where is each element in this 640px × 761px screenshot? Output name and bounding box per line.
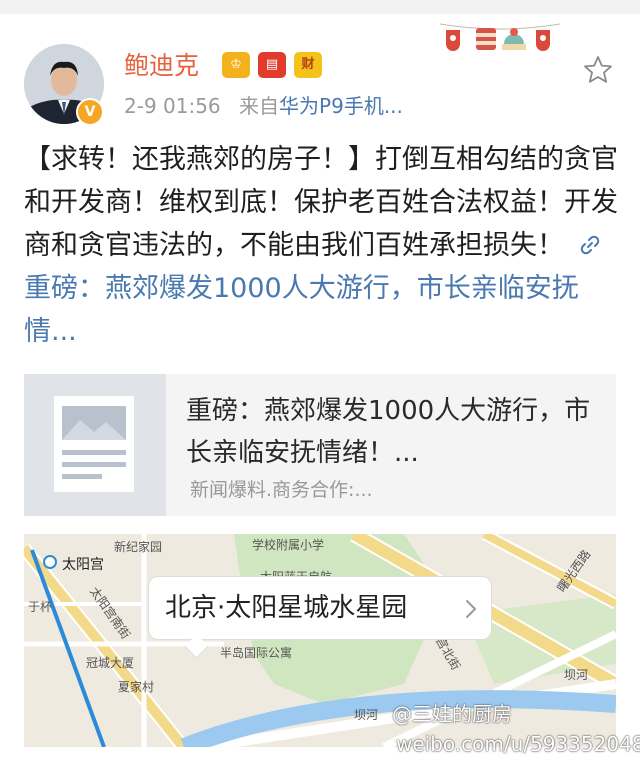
map-label: 坝河	[354, 708, 379, 722]
watermark-handle: @三娃的厨房	[392, 702, 512, 726]
map-label: 半岛国际公寓	[220, 646, 293, 660]
chevron-right-icon	[466, 600, 476, 618]
map-label: 坝河	[564, 668, 589, 682]
post-link[interactable]: 重磅：燕郊爆发1000人大游行，市长亲临安抚情...	[24, 273, 579, 347]
vip-crown-badge[interactable]: ♔	[222, 52, 250, 78]
article-thumbnail-icon	[24, 374, 166, 516]
map-label: 夏家村	[118, 680, 155, 694]
watermark-url: weibo.com/u/5933520487	[396, 732, 640, 756]
link-card-title: 重磅：燕郊爆发1000人大游行，市长亲临安抚情绪！...	[186, 396, 591, 468]
link-icon	[580, 235, 599, 255]
location-bubble[interactable]: 北京·太阳星城水星园	[148, 576, 492, 640]
link-card-subtitle: 新闻爆料.商务合作:...	[190, 479, 373, 501]
user-badges: ♔ ▤ 财	[222, 52, 322, 78]
post-text: 【求转！还我燕郊的房子！】打倒互相勾结的贪官和开发商！维权到底！保护老百姓合法权…	[24, 144, 618, 261]
cai-badge[interactable]: 财	[294, 52, 322, 78]
username[interactable]: 鲍迪克	[124, 50, 199, 82]
map-label: 太阳宫	[62, 557, 104, 573]
map-label: 于杯	[28, 600, 53, 614]
post-time: 2-9 01:56	[124, 94, 221, 118]
map-background	[24, 534, 616, 747]
post-meta: 2-9 01:56 来自华为P9手机...	[124, 92, 403, 120]
map-label: 冠城大厦	[86, 656, 135, 670]
post-source[interactable]: 华为P9手机...	[279, 94, 403, 118]
post-body: 【求转！还我燕郊的房子！】打倒互相勾结的贪官和开发商！维权到底！保护老百姓合法权…	[24, 138, 624, 353]
map-label: 新纪家园	[114, 540, 163, 554]
festive-decoration-icon	[440, 23, 560, 51]
map-label: 学校附属小学	[252, 538, 325, 552]
verified-badge: V	[76, 98, 104, 126]
location-map[interactable]: 新纪家园 学校附属小学 太阳宫 太阳蓝天启航 曙光西路 太阳宫南街 于杯 半岛国…	[24, 534, 616, 747]
location-name: 北京·太阳星城水星园	[165, 593, 408, 623]
source-prefix: 来自	[239, 94, 280, 118]
star-icon[interactable]	[582, 54, 614, 86]
red-envelope-badge[interactable]: ▤	[258, 52, 286, 78]
link-preview-card[interactable]: 重磅：燕郊爆发1000人大游行，市长亲临安抚情绪！... 新闻爆料.商务合作:.…	[24, 374, 616, 516]
